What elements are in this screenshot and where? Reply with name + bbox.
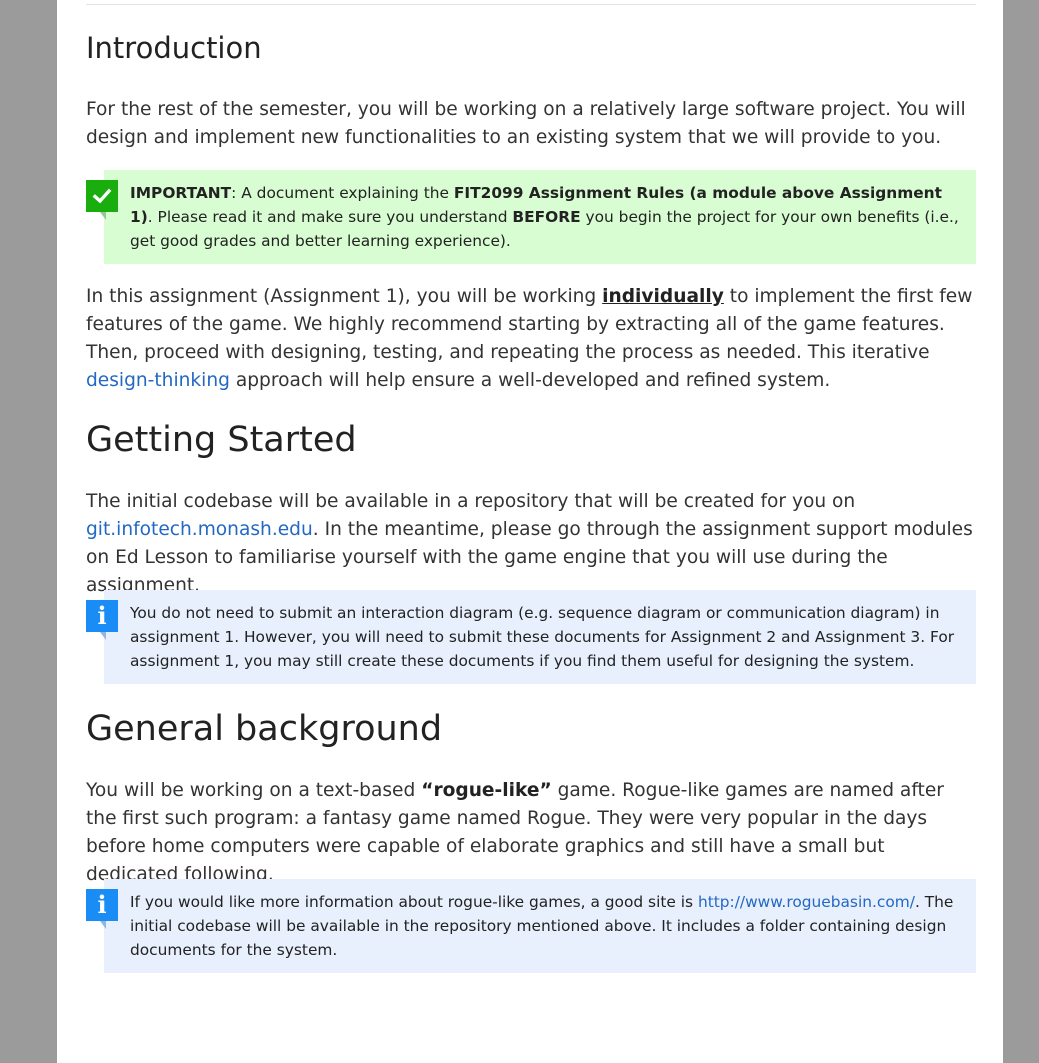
assignment-text-3: approach will help ensure a well-develop… <box>229 370 831 391</box>
checkmark-icon <box>86 180 118 220</box>
top-divider <box>86 4 976 5</box>
assignment-text-1: In this assignment (Assignment 1), you w… <box>86 286 603 307</box>
assignment-paragraph: In this assignment (Assignment 1), you w… <box>86 283 979 395</box>
important-label: IMPORTANT <box>130 184 232 202</box>
rogue-like-bold: “rogue-like” <box>421 780 552 801</box>
getting-started-text-1: The initial codebase will be available i… <box>86 491 856 512</box>
git-infotech-link[interactable]: git.infotech.monash.edu <box>86 519 313 540</box>
important-callout: IMPORTANT: A document explaining the FIT… <box>86 170 976 264</box>
important-text-1: : A document explaining the <box>231 184 454 202</box>
roguebasin-text-1: If you would like more information about… <box>130 893 698 911</box>
interaction-diagram-text: You do not need to submit an interaction… <box>130 604 955 670</box>
roguebasin-link[interactable]: http://www.roguebasin.com/ <box>698 893 915 911</box>
info-icon: i <box>86 889 118 929</box>
design-thinking-link[interactable]: design-thinking <box>86 370 230 391</box>
roguebasin-callout-text: If you would like more information about… <box>130 890 966 962</box>
intro-paragraph-text: For the rest of the semester, you will b… <box>86 99 966 148</box>
roguebasin-callout: i If you would like more information abo… <box>86 879 976 973</box>
info-icon: i <box>86 600 118 640</box>
background-paragraph: You will be working on a text-based “rog… <box>86 777 979 889</box>
heading-introduction: Introduction <box>86 31 262 65</box>
background-text-1: You will be working on a text-based <box>86 780 422 801</box>
lesson-page: Introduction For the rest of the semeste… <box>57 0 1003 1063</box>
before-bold: BEFORE <box>512 208 581 226</box>
individually-emphasis: individually <box>602 286 724 307</box>
getting-started-paragraph: The initial codebase will be available i… <box>86 488 979 600</box>
important-text-2: . Please read it and make sure you under… <box>147 208 513 226</box>
interaction-diagram-callout: i You do not need to submit an interacti… <box>86 590 976 684</box>
heading-getting-started: Getting Started <box>86 420 357 460</box>
intro-paragraph: For the rest of the semester, you will b… <box>86 96 979 152</box>
important-callout-text: IMPORTANT: A document explaining the FIT… <box>130 181 966 253</box>
heading-general-background: General background <box>86 709 443 749</box>
